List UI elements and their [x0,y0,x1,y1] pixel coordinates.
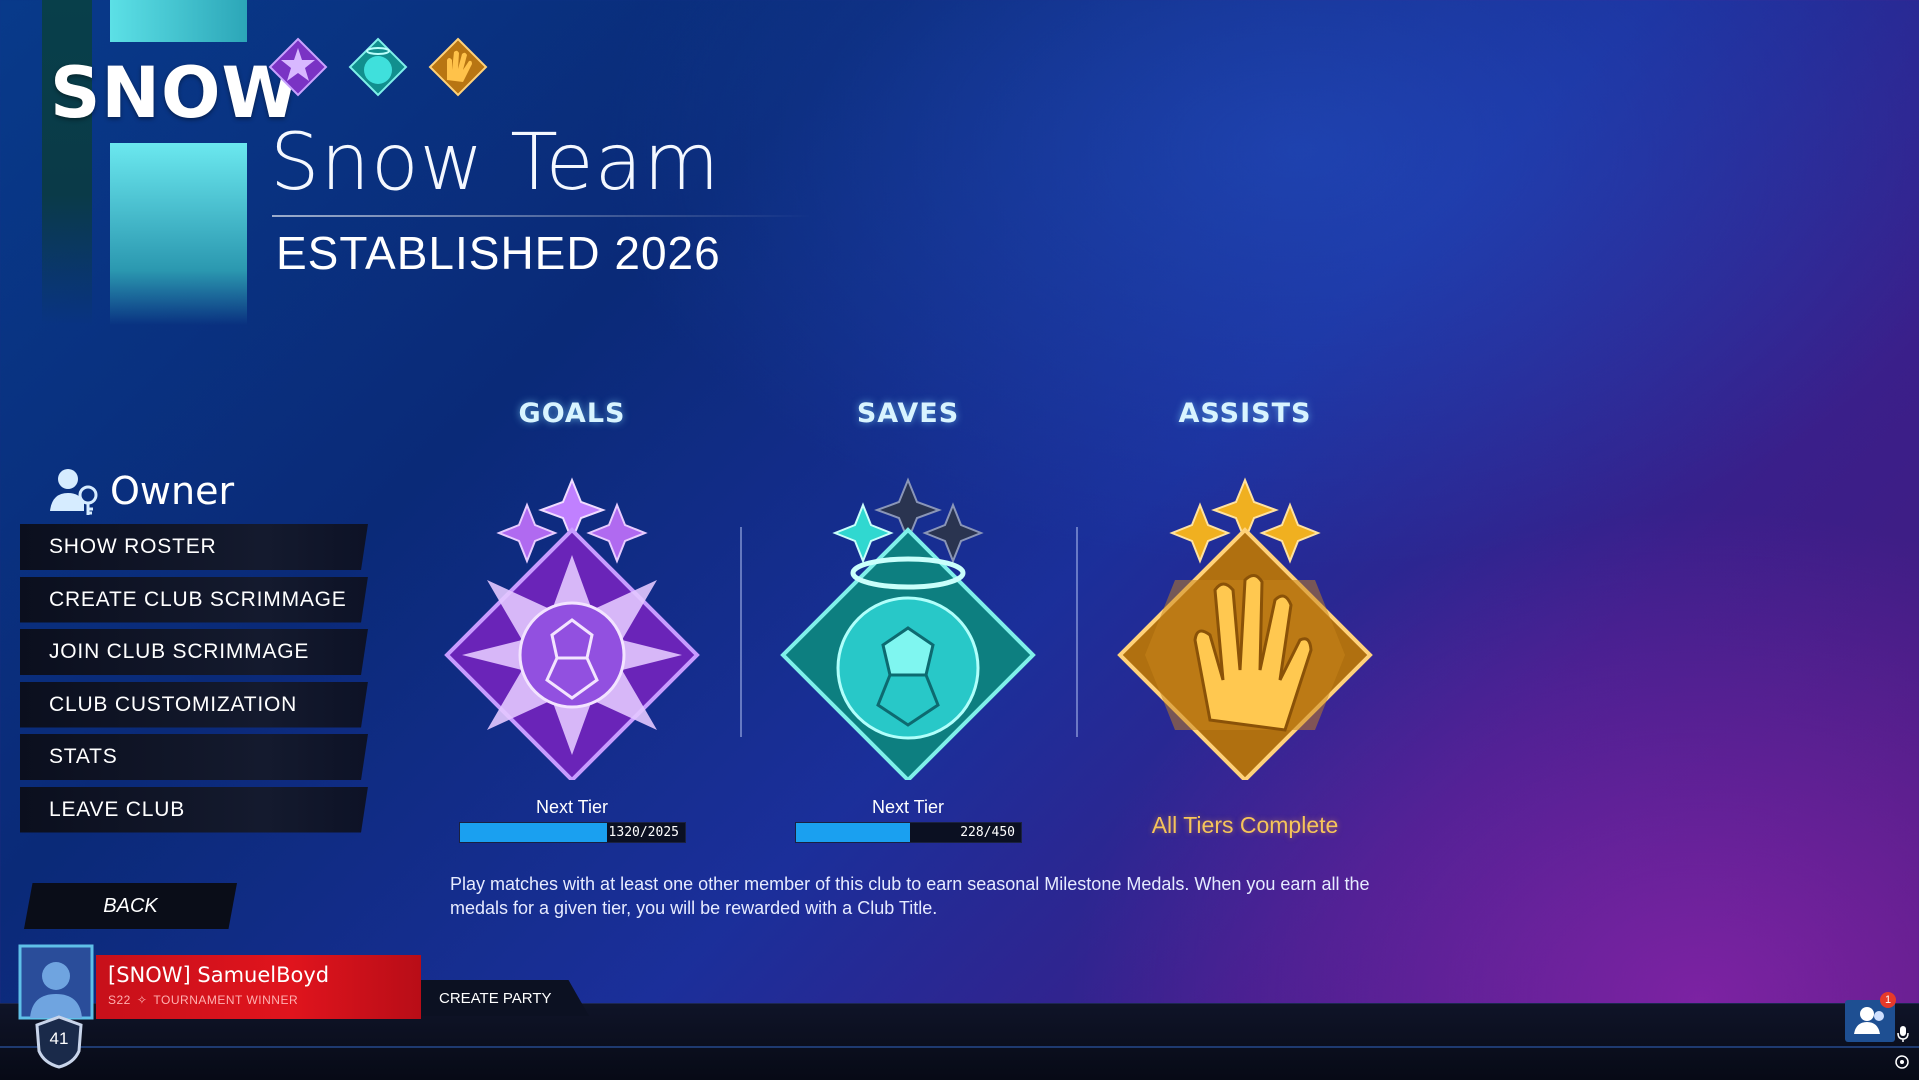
settings-icon[interactable] [1894,1054,1910,1070]
join-club-scrimmage-button[interactable]: JOIN CLUB SCRIMMAGE [20,629,368,675]
established-year: ESTABLISHED 2026 [276,227,721,279]
goals-progress-bar: 1320/2025 [459,822,686,843]
player-level: 41 [49,1029,69,1048]
assists-complete-label: All Tiers Complete [1151,812,1339,838]
title-emblem-icon: ✧ [136,993,148,1007]
owner-key-icon [50,469,98,515]
club-banner [42,0,247,325]
create-club-scrimmage-button[interactable]: CREATE CLUB SCRIMMAGE [20,576,368,623]
player-card[interactable]: [SNOW] SamuelBoyd S22 ✧ TOURNAMENT WINNE… [96,955,421,1019]
assists-title: ASSISTS [1178,398,1312,429]
goals-progress-text: 1320/2025 [608,825,679,840]
saves-next-tier-label: Next Tier [871,797,945,817]
medal-badge-row [267,36,489,98]
club-name: Snow Team [270,118,721,208]
assists-medal-icon [1117,477,1373,780]
goals-title: GOALS [518,398,626,429]
saves-mini-medal-icon [348,37,408,97]
player-season: S22 [108,993,131,1007]
saves-progress-bar: 228/450 [795,822,1022,843]
title-divider [272,215,812,217]
friends-notification-badge: 1 [1880,992,1896,1008]
goals-next-tier-label: Next Tier [535,797,609,817]
player-name: [SNOW] SamuelBoyd [108,963,330,987]
saves-medal-icon [780,477,1036,780]
goals-medal-icon [444,477,700,780]
player-title: TOURNAMENT WINNER [153,993,299,1007]
assists-mini-medal-icon [428,37,488,97]
role-label: Owner [110,469,235,513]
saves-progress-text: 228/450 [960,825,1015,840]
stats-button[interactable]: STATS [20,734,368,780]
create-party-button[interactable]: CREATE PARTY [418,980,589,1016]
column-divider [1076,527,1078,737]
club-customization-button[interactable]: CLUB CUSTOMIZATION [20,681,368,728]
player-avatar[interactable] [14,940,98,1024]
club-tag: SNOW [50,52,300,134]
player-level-badge: 41 [34,1015,84,1069]
back-button[interactable]: BACK [24,883,237,929]
microphone-icon[interactable] [1896,1025,1910,1043]
show-roster-button[interactable]: SHOW ROSTER [20,524,368,570]
leave-club-button[interactable]: LEAVE CLUB [20,786,368,833]
goals-mini-medal-icon [268,37,328,97]
milestone-description: Play matches with at least one other mem… [450,874,1370,918]
player-title-row: S22 ✧ TOURNAMENT WINNER [108,993,298,1007]
club-menu: SHOW ROSTER CREATE CLUB SCRIMMAGE JOIN C… [20,524,368,839]
column-divider [740,527,742,737]
saves-title: SAVES [856,398,960,429]
role-header: Owner [46,465,234,517]
